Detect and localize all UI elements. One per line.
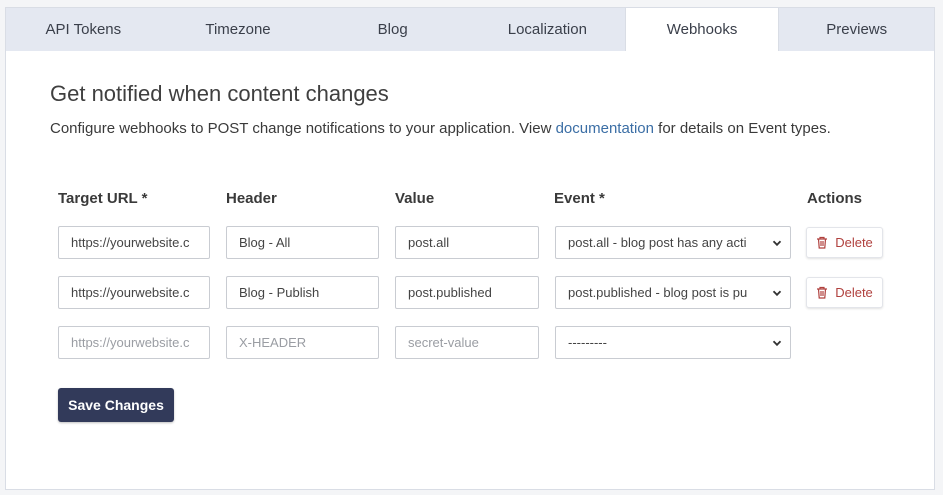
tab-timezone[interactable]: Timezone: [161, 8, 316, 51]
delete-label: Delete: [835, 235, 873, 250]
page-description: Configure webhooks to POST change notifi…: [50, 120, 831, 137]
new-value-input[interactable]: secret-value: [395, 326, 539, 359]
chevron-down-icon: [772, 240, 782, 247]
value-input[interactable]: post.published: [395, 276, 539, 309]
column-header-header: Header: [226, 190, 277, 207]
column-header-event: Event *: [554, 190, 605, 207]
value-input[interactable]: post.all: [395, 226, 539, 259]
delete-button[interactable]: Delete: [806, 277, 883, 308]
chevron-down-icon: [772, 340, 782, 347]
event-select[interactable]: post.published - blog post is pu: [555, 276, 791, 309]
target-url-input[interactable]: https://yourwebsite.c: [58, 226, 210, 259]
column-header-actions: Actions: [807, 190, 863, 207]
description-text-end: for details on Event types.: [653, 120, 831, 137]
settings-panel: API Tokens Timezone Blog Localization We…: [5, 7, 935, 490]
new-event-select[interactable]: ---------: [555, 326, 791, 359]
tab-localization[interactable]: Localization: [470, 8, 625, 51]
tab-blog[interactable]: Blog: [315, 8, 470, 51]
target-url-input[interactable]: https://yourwebsite.c: [58, 276, 210, 309]
event-select[interactable]: post.all - blog post has any acti: [555, 226, 791, 259]
new-event-select-value: ---------: [568, 335, 607, 350]
delete-button[interactable]: Delete: [806, 227, 883, 258]
tab-webhooks[interactable]: Webhooks: [624, 7, 780, 51]
tab-api-tokens[interactable]: API Tokens: [6, 8, 161, 51]
page-title: Get notified when content changes: [50, 81, 389, 106]
description-text: Configure webhooks to POST change notifi…: [50, 120, 556, 137]
save-changes-button[interactable]: Save Changes: [58, 388, 174, 422]
chevron-down-icon: [772, 290, 782, 297]
trash-icon: [817, 286, 828, 299]
new-header-input[interactable]: X-HEADER: [226, 326, 379, 359]
column-header-target-url: Target URL *: [58, 190, 148, 207]
event-select-value: post.published - blog post is pu: [568, 285, 748, 300]
new-target-url-input[interactable]: https://yourwebsite.c: [58, 326, 210, 359]
documentation-link[interactable]: documentation: [556, 120, 654, 137]
settings-tabs: API Tokens Timezone Blog Localization We…: [6, 7, 934, 51]
delete-label: Delete: [835, 285, 873, 300]
header-input[interactable]: Blog - Publish: [226, 276, 379, 309]
trash-icon: [817, 236, 828, 249]
event-select-value: post.all - blog post has any acti: [568, 235, 747, 250]
column-header-value: Value: [395, 190, 435, 207]
header-input[interactable]: Blog - All: [226, 226, 379, 259]
tab-previews[interactable]: Previews: [779, 8, 934, 51]
